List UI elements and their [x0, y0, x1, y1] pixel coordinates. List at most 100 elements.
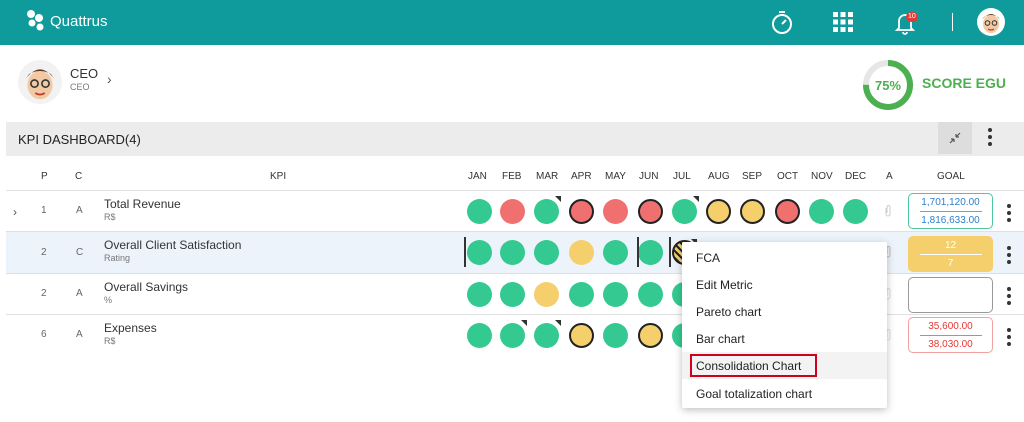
app-logo[interactable]: Quattrus — [26, 9, 108, 33]
status-dot-green[interactable] — [500, 320, 527, 348]
row-menu-icon[interactable] — [1007, 287, 1011, 305]
menu-item-bar-chart[interactable]: Bar chart — [682, 325, 887, 352]
dashboard-menu-icon[interactable] — [988, 128, 992, 146]
row-priority: 1 — [41, 205, 47, 216]
row-menu-icon[interactable] — [1007, 204, 1011, 222]
row-class: A — [76, 329, 83, 340]
topbar-divider — [952, 13, 953, 31]
status-dot-green[interactable] — [467, 323, 492, 348]
status-dot-red[interactable] — [775, 199, 800, 224]
collapse-button[interactable] — [938, 122, 972, 154]
goal-box[interactable]: 12 7 — [908, 236, 993, 272]
status-dot-green[interactable] — [843, 199, 868, 224]
avatar-face-icon — [978, 9, 1004, 35]
row-class: A — [76, 288, 83, 299]
status-dot-green[interactable] — [672, 196, 699, 224]
menu-item-fca[interactable]: FCA — [682, 244, 887, 271]
goal-value: 12 — [944, 239, 957, 251]
user-name: CEO — [70, 66, 99, 81]
row-menu-icon[interactable] — [1007, 328, 1011, 346]
status-dot-green[interactable] — [603, 323, 628, 348]
status-dot-green[interactable] — [500, 240, 525, 265]
attachment-icon[interactable] — [883, 205, 893, 217]
status-dot-green[interactable] — [809, 199, 834, 224]
kpi-unit: Rating — [104, 253, 131, 263]
goal-box[interactable]: 1,701,120.00 1,816,633.00 — [908, 193, 993, 229]
user-avatar-top[interactable] — [977, 8, 1005, 36]
status-dot-yellow[interactable] — [740, 199, 765, 224]
status-dot-green[interactable] — [467, 240, 492, 265]
goal-box[interactable]: 35,600.00 38,030.00 — [908, 317, 993, 353]
col-header-month: AUG — [708, 171, 730, 182]
status-dot-red[interactable] — [569, 199, 594, 224]
top-bar — [0, 0, 1024, 45]
user-role: CEO — [70, 82, 90, 92]
status-dot-yellow[interactable] — [534, 282, 559, 307]
row-class: A — [76, 205, 83, 216]
row-menu-icon[interactable] — [1007, 246, 1011, 264]
status-dot-red[interactable] — [603, 199, 628, 224]
menu-item-edit-metric[interactable]: Edit Metric — [682, 271, 887, 298]
col-header-month: MAR — [536, 171, 559, 182]
col-header-kpi: KPI — [270, 171, 287, 182]
comment-flag-icon — [693, 196, 699, 202]
row-divider — [6, 190, 1024, 191]
status-dot-green[interactable] — [638, 282, 663, 307]
status-dot-yellow[interactable] — [638, 323, 663, 348]
status-dot-green[interactable] — [603, 240, 628, 265]
kpi-name[interactable]: Expenses — [104, 321, 157, 335]
goal-separator — [919, 253, 982, 255]
score-percent: 75% — [874, 77, 902, 93]
user-avatar[interactable] — [18, 60, 62, 104]
status-dot-red[interactable] — [500, 199, 525, 224]
status-dot-green[interactable] — [603, 282, 628, 307]
kpi-name[interactable]: Total Revenue — [104, 197, 181, 211]
chevron-right-icon[interactable]: › — [107, 71, 112, 87]
goal-value: 35,600.00 — [928, 320, 973, 332]
col-header-month: JUL — [673, 171, 691, 182]
row-priority: 2 — [41, 288, 47, 299]
dashboard-title: KPI DASHBOARD(4) — [18, 132, 141, 147]
row-divider — [6, 231, 1024, 232]
col-header-month: JUN — [639, 171, 659, 182]
goal-separator — [919, 210, 982, 212]
highlight-annotation — [690, 354, 817, 377]
col-header-month: JAN — [468, 171, 487, 182]
menu-item-pareto-chart[interactable]: Pareto chart — [682, 298, 887, 325]
menu-item-goal-totalization-chart[interactable]: Goal totalization chart — [682, 380, 887, 407]
status-dot-red[interactable] — [638, 199, 663, 224]
col-header-month: FEB — [502, 171, 522, 182]
row-class: C — [76, 247, 84, 258]
goal-box[interactable] — [908, 277, 993, 313]
col-header-month: DEC — [845, 171, 867, 182]
comment-flag-icon — [555, 196, 561, 202]
status-dot-green[interactable] — [500, 282, 525, 307]
status-dot-green[interactable] — [467, 282, 492, 307]
collapse-arrows-icon — [949, 132, 961, 144]
status-dot-green[interactable] — [534, 320, 561, 348]
status-dot-yellow[interactable] — [706, 199, 731, 224]
kpi-unit: R$ — [104, 336, 116, 346]
comment-flag-icon — [521, 320, 527, 326]
expand-row-chevron-icon[interactable]: › — [13, 205, 17, 219]
kpi-unit: R$ — [104, 212, 116, 222]
kpi-unit: % — [104, 295, 113, 305]
status-dot-yellow[interactable] — [569, 240, 594, 265]
status-dot-green[interactable] — [638, 240, 663, 265]
quattrus-logo-icon — [27, 10, 44, 31]
apps-grid-icon[interactable] — [832, 11, 854, 33]
kpi-name[interactable]: Overall Savings — [104, 280, 188, 294]
selection-marker — [464, 237, 466, 267]
status-dot-green[interactable] — [467, 199, 492, 224]
stopwatch-icon[interactable] — [769, 9, 795, 35]
col-header-goal: GOAL — [937, 171, 965, 182]
status-dot-green[interactable] — [534, 240, 559, 265]
col-header-month: SEP — [742, 171, 763, 182]
row-priority: 6 — [41, 329, 47, 340]
kpi-name[interactable]: Overall Client Satisfaction — [104, 238, 241, 252]
app-name: Quattrus — [50, 12, 108, 30]
status-dot-green[interactable] — [569, 282, 594, 307]
status-dot-yellow[interactable] — [569, 323, 594, 348]
score-label: SCORE EGU — [922, 75, 1007, 91]
status-dot-green[interactable] — [534, 196, 561, 224]
